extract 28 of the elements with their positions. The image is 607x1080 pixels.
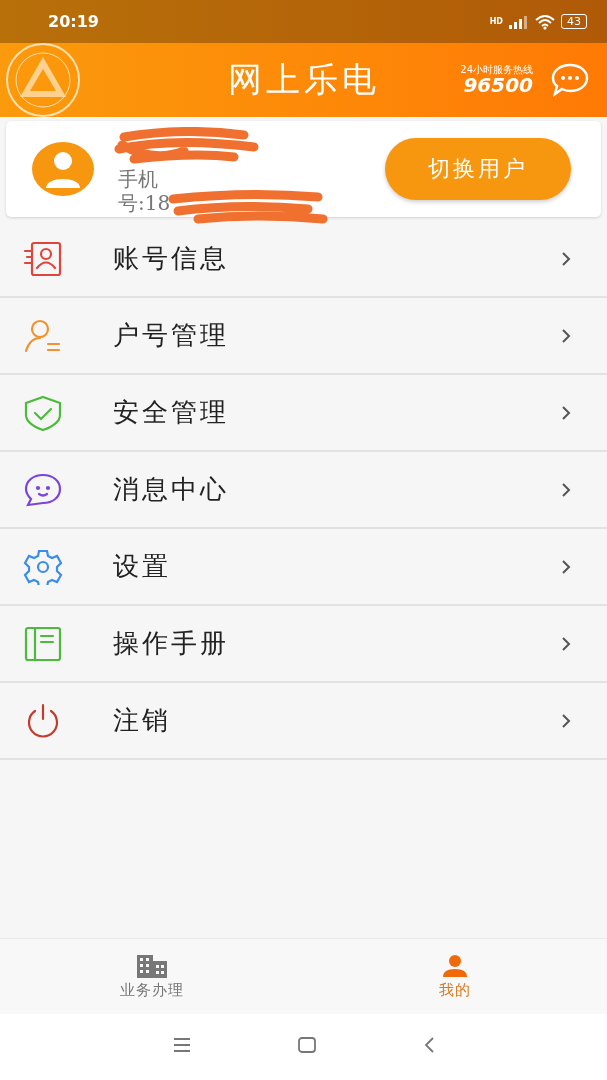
menu-item[interactable]: 安全管理	[0, 375, 607, 452]
network-label: HD	[489, 17, 503, 26]
home-icon[interactable]	[296, 1036, 317, 1054]
menu-item[interactable]: 户号管理	[0, 298, 607, 375]
person-icon	[441, 953, 470, 978]
menu-item[interactable]: 设置	[0, 529, 607, 606]
wifi-icon	[535, 13, 555, 30]
building-icon	[135, 953, 168, 978]
phone-number: 手机号:18	[118, 167, 172, 215]
menu-item[interactable]: 操作手册	[0, 606, 607, 683]
chevron-icon	[561, 712, 571, 729]
chevron-icon	[561, 481, 571, 498]
chevron-icon	[561, 635, 571, 652]
chevron-icon	[561, 558, 571, 575]
status-time: 20:19	[48, 12, 99, 31]
avatar-icon	[32, 142, 94, 196]
chat-icon[interactable]	[551, 63, 589, 97]
menu-item[interactable]: 消息中心	[0, 452, 607, 529]
nav-tab[interactable]: 业务办理	[0, 939, 304, 1014]
battery-indicator: 43	[561, 14, 587, 29]
signal-icon	[509, 14, 529, 29]
chevron-icon	[561, 404, 571, 421]
menu-icon[interactable]	[171, 1037, 192, 1053]
app-title: 网上乐电	[227, 58, 380, 101]
menu-item[interactable]: 账号信息	[0, 221, 607, 298]
menu-item[interactable]: 注销	[0, 683, 607, 760]
chevron-icon	[561, 327, 571, 344]
chevron-icon	[561, 250, 571, 267]
